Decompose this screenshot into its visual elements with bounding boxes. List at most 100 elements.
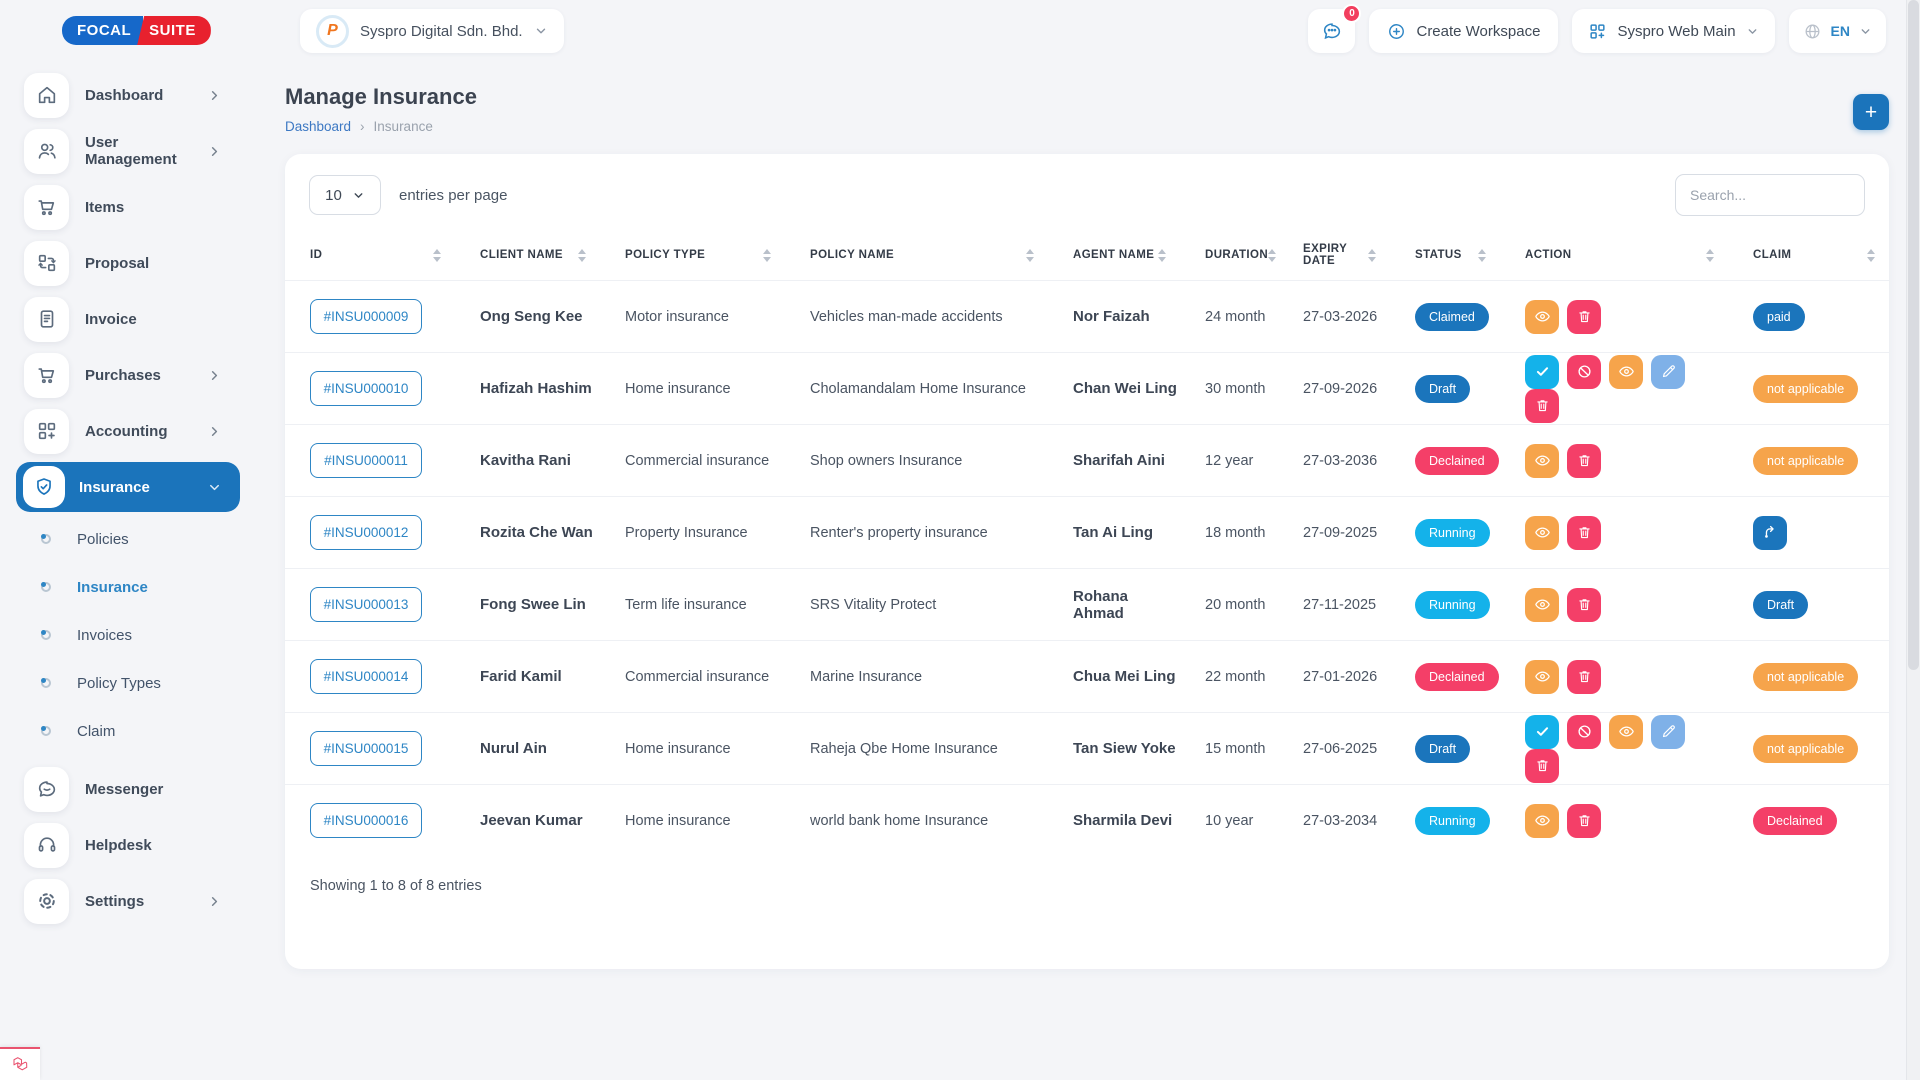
insurance-id-link[interactable]: #INSU000013 [310, 587, 422, 622]
ban-button[interactable] [1567, 714, 1601, 749]
sidebar-main-nav: Dashboard User Management Items Proposal Inv… [0, 67, 252, 512]
insurance-id-link[interactable]: #INSU000009 [310, 299, 422, 334]
insurance-id-link[interactable]: #INSU000014 [310, 659, 422, 694]
delete-button[interactable] [1567, 515, 1601, 550]
column-header-duration[interactable]: DURATION [1180, 230, 1278, 281]
client-name: Hafizah Hashim [480, 380, 592, 397]
cell-policy-name: SRS Vitality Protect [785, 568, 1048, 641]
approve-button[interactable] [1525, 714, 1559, 749]
ban-button[interactable] [1567, 354, 1601, 389]
column-header-status[interactable]: STATUS [1390, 230, 1500, 281]
sidebar-item-messenger[interactable]: Messenger [0, 761, 252, 817]
insurance-id-link[interactable]: #INSU000010 [310, 371, 422, 406]
table-row: #INSU000016 Jeevan Kumar Home insurance wor… [285, 784, 1889, 857]
sidebar-item-helpdesk[interactable]: Helpdesk [0, 817, 252, 873]
sidebar-item-dashboard[interactable]: Dashboard [0, 67, 252, 123]
column-header-id[interactable]: ID [285, 230, 455, 281]
scrollbar-thumb[interactable] [1908, 0, 1919, 670]
cell-agent-name: Nor Faizah [1048, 280, 1180, 353]
eye-icon [1618, 363, 1635, 380]
home-icon [24, 72, 69, 118]
sidebar-item-settings[interactable]: Settings [0, 873, 252, 929]
agent-name: Rohana Ahmad [1073, 587, 1129, 622]
cell-policy-type: Home insurance [600, 712, 785, 785]
cell-expiry-date: 27-03-2036 [1278, 424, 1390, 497]
delete-button[interactable] [1567, 803, 1601, 838]
page-title: Manage Insurance [285, 84, 477, 109]
cell-status: Draft [1390, 352, 1500, 425]
client-name: Nurul Ain [480, 740, 547, 757]
breadcrumb-dashboard-link[interactable]: Dashboard [285, 119, 351, 134]
approve-button[interactable] [1525, 354, 1559, 389]
view-button[interactable] [1525, 587, 1559, 622]
sidebar-subitem-invoices[interactable]: Invoices [0, 611, 252, 659]
create-workspace-button[interactable]: Create Workspace [1369, 9, 1559, 53]
claim-badge: not applicable [1753, 734, 1859, 763]
sidebar-item-accounting[interactable]: Accounting [0, 403, 252, 459]
delete-button[interactable] [1525, 388, 1559, 423]
cell-policy-type: Home insurance [600, 784, 785, 857]
claim-badge: not applicable [1753, 374, 1859, 403]
sidebar-item-invoice[interactable]: Invoice [0, 291, 252, 347]
add-insurance-button[interactable]: + [1853, 94, 1889, 130]
delete-button[interactable] [1567, 659, 1601, 694]
column-header-agent-name[interactable]: AGENT NAME [1048, 230, 1180, 281]
sidebar-subitem-claim[interactable]: Claim [0, 707, 252, 755]
edit-button[interactable] [1651, 354, 1685, 389]
cell-status: Declained [1390, 424, 1500, 497]
cell-id: #INSU000016 [285, 784, 455, 857]
focal-suite-logo: FOCAL SUITE [62, 16, 252, 45]
view-button[interactable] [1525, 443, 1559, 478]
sidebar-item-user-management[interactable]: User Management [0, 123, 252, 179]
workspace-selector[interactable]: Syspro Web Main [1572, 9, 1775, 53]
language-selector[interactable]: EN [1788, 9, 1886, 53]
insurance-id-link[interactable]: #INSU000015 [310, 731, 422, 766]
delete-button[interactable] [1567, 443, 1601, 478]
delete-button[interactable] [1567, 587, 1601, 622]
claim-route-button[interactable] [1753, 515, 1787, 550]
column-header-policy-name[interactable]: POLICY NAME [785, 230, 1048, 281]
cell-client-name: Nurul Ain [455, 712, 600, 785]
chat-button[interactable]: 0 [1308, 4, 1362, 53]
sidebar-subitem-policies[interactable]: Policies [0, 515, 252, 563]
view-button[interactable] [1609, 714, 1643, 749]
debugbar-toggle[interactable] [0, 1047, 40, 1080]
sidebar-item-proposal[interactable]: Proposal [0, 235, 252, 291]
sidebar-subitem-insurance[interactable]: Insurance [0, 563, 252, 611]
delete-button[interactable] [1525, 748, 1559, 783]
entries-per-page-select[interactable]: 10 [309, 175, 381, 215]
chevron-right-icon [207, 368, 222, 383]
search-input[interactable] [1675, 174, 1865, 216]
insurance-id-link[interactable]: #INSU000011 [310, 443, 422, 478]
breadcrumb: Dashboard › Insurance [285, 119, 1889, 134]
sidebar-item-insurance[interactable]: Insurance [16, 462, 240, 512]
sidebar-subitem-policy-types[interactable]: Policy Types [0, 659, 252, 707]
insurance-id-link[interactable]: #INSU000016 [310, 803, 422, 839]
table-controls: 10 entries per page [285, 154, 1889, 216]
sidebar-item-purchases[interactable]: Purchases [0, 347, 252, 403]
globe-icon [1805, 24, 1820, 38]
edit-button[interactable] [1651, 714, 1685, 749]
column-header-client-name[interactable]: CLIENT NAME [455, 230, 600, 281]
view-button[interactable] [1525, 803, 1559, 838]
column-header-policy-type[interactable]: POLICY TYPE [600, 230, 785, 281]
view-button[interactable] [1525, 299, 1559, 334]
proposal-icon [24, 240, 69, 286]
claim-badge: not applicable [1753, 446, 1859, 475]
column-header-action[interactable]: ACTION [1500, 230, 1728, 281]
column-header-label: ID [310, 249, 323, 261]
column-header-label: STATUS [1415, 249, 1462, 261]
bullet-icon [41, 678, 51, 688]
cell-id: #INSU000013 [285, 568, 455, 641]
column-header-claim[interactable]: CLAIM [1728, 230, 1889, 281]
insurance-id-link[interactable]: #INSU000012 [310, 515, 422, 550]
view-button[interactable] [1609, 354, 1643, 389]
view-button[interactable] [1525, 515, 1559, 550]
delete-button[interactable] [1567, 299, 1601, 334]
sidebar-item-label: Accounting [85, 422, 168, 440]
company-selector[interactable]: P Syspro Digital Sdn. Bhd. [300, 9, 564, 53]
column-header-expiry-date[interactable]: EXPIRY DATE [1278, 230, 1390, 281]
sidebar-item-items[interactable]: Items [0, 179, 252, 235]
create-workspace-label: Create Workspace [1416, 22, 1541, 40]
view-button[interactable] [1525, 659, 1559, 694]
